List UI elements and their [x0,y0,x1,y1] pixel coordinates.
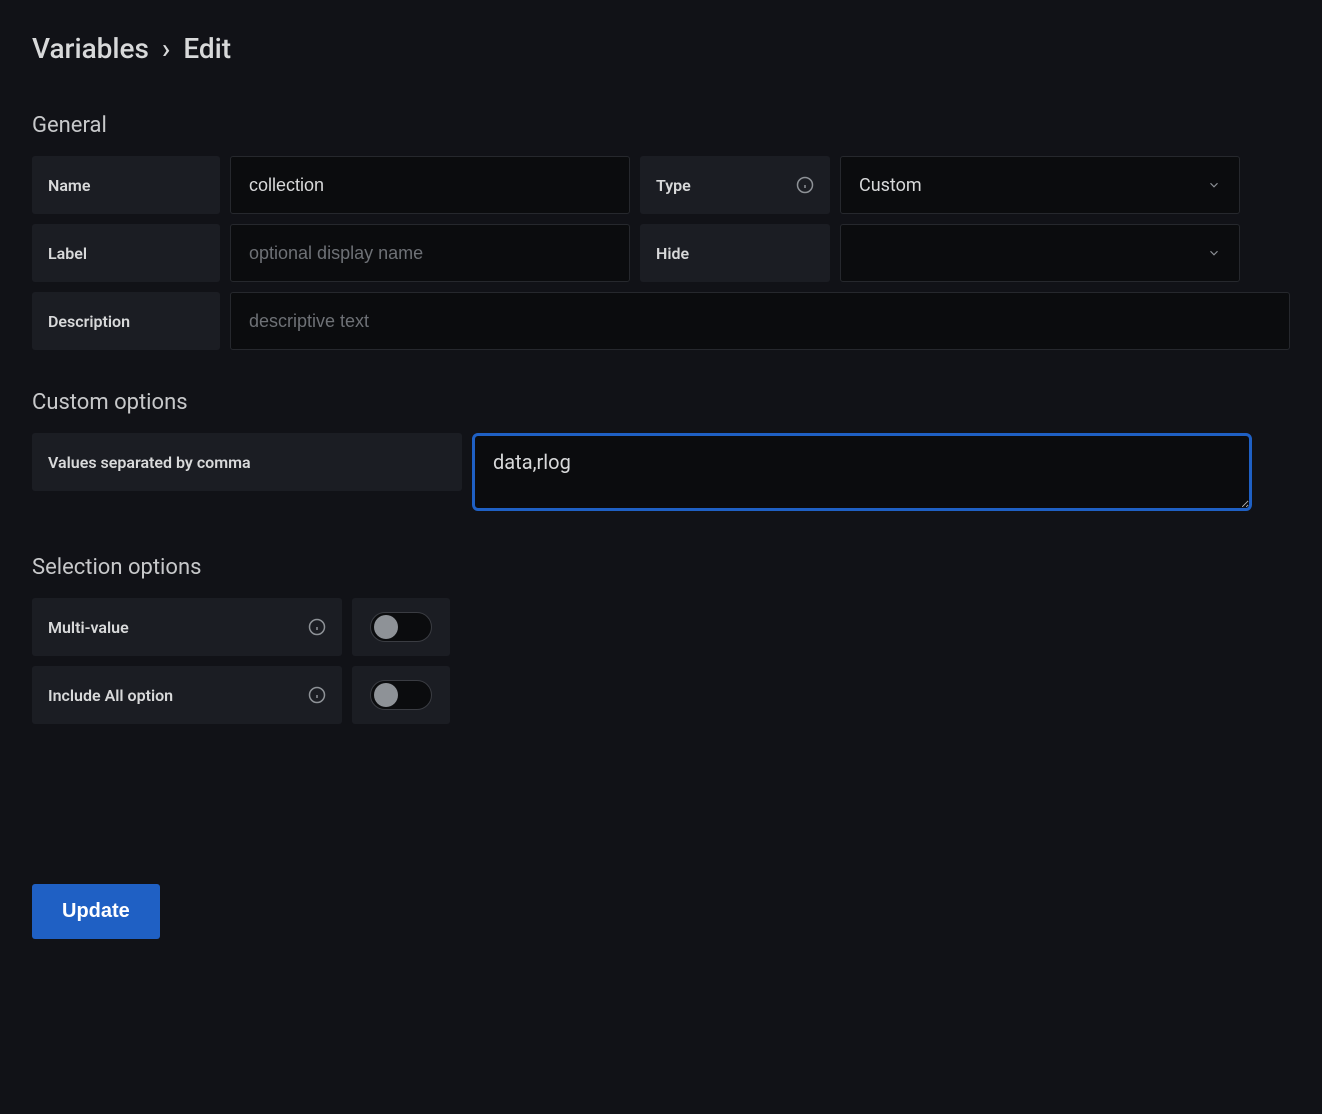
breadcrumb: Variables › Edit [32,32,1290,65]
info-icon[interactable] [308,686,326,704]
multi-value-label: Multi-value [32,598,342,656]
name-label: Name [32,156,220,214]
info-icon[interactable] [796,176,814,194]
section-title-custom: Custom options [32,390,1290,415]
breadcrumb-separator: › [162,32,170,65]
name-input[interactable] [230,156,630,214]
chevron-down-icon [1207,246,1221,260]
hide-select[interactable] [840,224,1240,282]
values-input[interactable] [472,433,1252,511]
label-input[interactable] [230,224,630,282]
multi-value-toggle[interactable] [352,598,450,656]
include-all-toggle[interactable] [352,666,450,724]
type-label: Type [640,156,830,214]
breadcrumb-leaf: Edit [183,32,231,65]
section-custom-options: Custom options Values separated by comma [32,390,1290,515]
update-button[interactable]: Update [32,884,160,939]
section-general: General Name Type Custom Label Hide [32,113,1290,350]
include-all-label: Include All option [32,666,342,724]
section-title-selection: Selection options [32,555,1290,580]
info-icon[interactable] [308,618,326,636]
hide-label: Hide [640,224,830,282]
breadcrumb-root[interactable]: Variables [32,32,149,65]
label-label: Label [32,224,220,282]
description-label: Description [32,292,220,350]
type-select-value: Custom [859,175,922,196]
section-selection-options: Selection options Multi-value Include Al… [32,555,1290,724]
chevron-down-icon [1207,178,1221,192]
section-title-general: General [32,113,1290,138]
type-select[interactable]: Custom [840,156,1240,214]
description-input[interactable] [230,292,1290,350]
values-label: Values separated by comma [32,433,462,491]
